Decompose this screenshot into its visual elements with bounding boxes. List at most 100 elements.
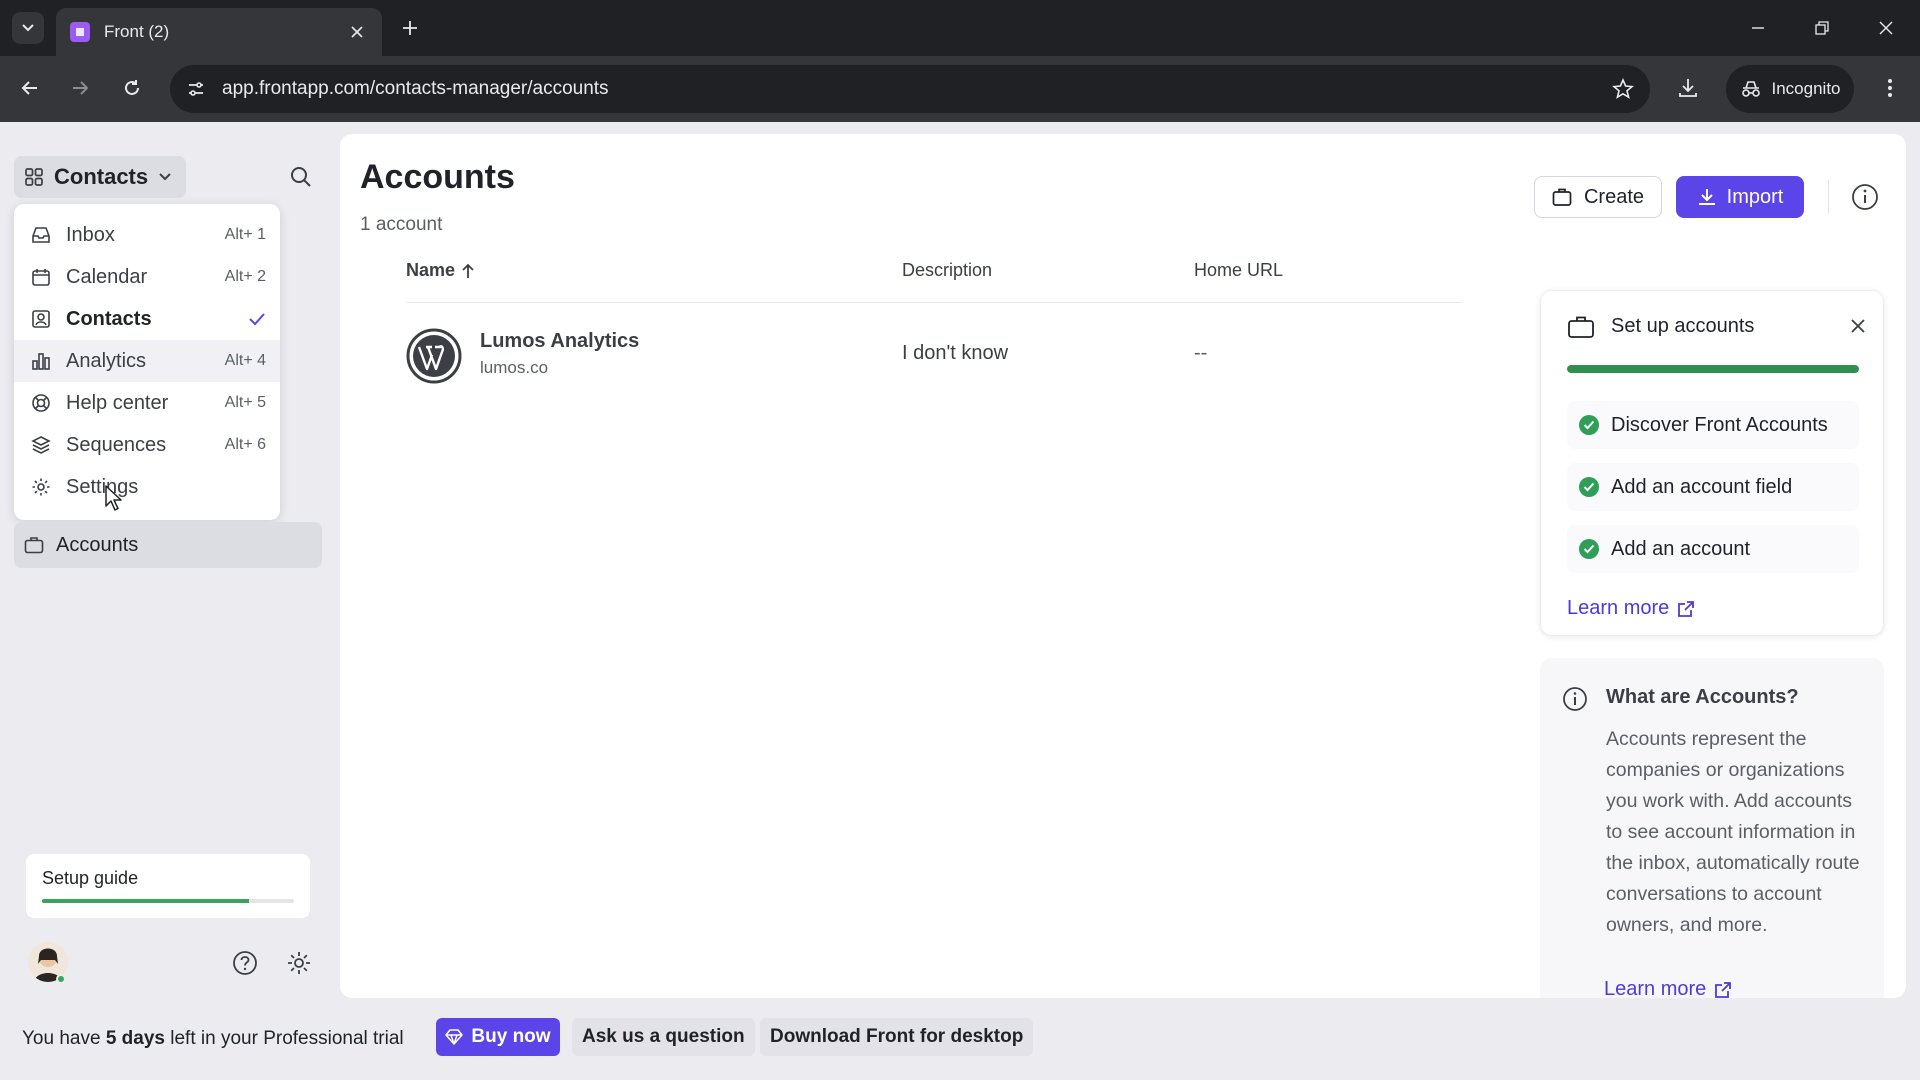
external-link-icon <box>1715 981 1732 998</box>
ask-question-button[interactable]: Ask us a question <box>572 1018 755 1056</box>
buy-now-button[interactable]: Buy now <box>436 1018 560 1056</box>
wordpress-logo-icon <box>406 328 462 384</box>
menu-item-label: Sequences <box>66 433 167 456</box>
sidebar-item-label: Accounts <box>56 533 139 556</box>
search-icon <box>291 167 311 187</box>
setup-accounts-card: Set up accounts Discover Front Accounts … <box>1540 290 1884 636</box>
url-text[interactable]: app.frontapp.com/contacts-manager/accoun… <box>222 78 1612 100</box>
chevron-down-icon <box>159 173 171 181</box>
reload-button[interactable] <box>114 70 150 106</box>
settings-icon <box>30 476 52 498</box>
trial-message: You have 5 days left in your Professiona… <box>22 1028 404 1050</box>
menu-item-inbox[interactable]: Inbox Alt+ 1 <box>14 214 280 256</box>
about-accounts-card: What are Accounts? Accounts represent th… <box>1540 658 1884 998</box>
setup-card-progress-fill <box>1567 365 1859 373</box>
menu-item-sequences[interactable]: Sequences Alt+ 6 <box>14 424 280 466</box>
create-button[interactable]: Create <box>1534 176 1662 218</box>
task-add-account-field[interactable]: Add an account field <box>1567 463 1859 511</box>
diamond-icon <box>445 1029 464 1045</box>
mouse-cursor-icon <box>104 484 124 512</box>
task-label: Discover Front Accounts <box>1611 413 1828 436</box>
task-add-account[interactable]: Add an account <box>1567 525 1859 573</box>
download-desktop-button[interactable]: Download Front for desktop <box>760 1018 1034 1056</box>
info-button[interactable] <box>1848 180 1882 214</box>
downloads-button[interactable] <box>1670 70 1706 106</box>
settings-button[interactable] <box>284 948 314 978</box>
import-button[interactable]: Import <box>1676 176 1804 218</box>
task-label: Add an account <box>1611 537 1750 560</box>
front-app: Contacts Inbox Alt+ 1 Calendar Alt+ 2 Co… <box>0 122 1920 1080</box>
column-header-description[interactable]: Description <box>902 260 992 281</box>
menu-item-label: Calendar <box>66 265 148 288</box>
setup-card-progress-bar <box>1567 365 1859 373</box>
column-header-label: Name <box>406 260 456 280</box>
menu-item-contacts[interactable]: Contacts <box>14 298 280 340</box>
star-icon[interactable] <box>1612 78 1634 100</box>
menu-item-shortcut: Alt+ 1 <box>224 226 266 243</box>
front-favicon-icon <box>70 22 90 42</box>
setup-guide-progress-bar <box>42 899 294 903</box>
close-card-button[interactable] <box>1845 313 1871 339</box>
account-description: I don't know <box>902 342 1009 364</box>
download-icon <box>1679 79 1697 97</box>
close-window-button[interactable] <box>1864 10 1908 46</box>
menu-item-label: Help center <box>66 391 169 414</box>
download-icon <box>1698 189 1715 205</box>
create-button-label: Create <box>1583 185 1645 208</box>
tab-search-button[interactable] <box>12 12 44 44</box>
sidebar-search-button[interactable] <box>284 160 318 194</box>
sort-ascending-icon <box>462 263 474 278</box>
account-count: 1 account <box>360 214 443 235</box>
menu-item-label: Analytics <box>66 349 147 372</box>
check-circle-icon <box>1579 415 1599 435</box>
menu-item-help-center[interactable]: Help center Alt+ 5 <box>14 382 280 424</box>
menu-item-shortcut: Alt+ 2 <box>224 268 266 285</box>
trial-days: 5 days <box>105 1028 165 1049</box>
learn-more-link[interactable]: Learn more <box>1567 597 1695 620</box>
column-header-home-url[interactable]: Home URL <box>1194 260 1283 281</box>
restore-window-button[interactable] <box>1800 10 1844 46</box>
toolbar-divider <box>1828 180 1829 214</box>
main-content: Accounts 1 account Create Import Name De… <box>340 134 1906 998</box>
sequences-icon <box>30 434 52 456</box>
task-discover-accounts[interactable]: Discover Front Accounts <box>1567 401 1859 449</box>
learn-more-link[interactable]: Learn more <box>1604 978 1732 998</box>
menu-item-analytics[interactable]: Analytics Alt+ 4 <box>14 340 280 382</box>
forward-button[interactable] <box>62 70 98 106</box>
back-button[interactable] <box>12 70 48 106</box>
help-button[interactable] <box>230 948 260 978</box>
trial-prefix: You have <box>22 1028 106 1049</box>
menu-item-shortcut: Alt+ 5 <box>224 394 266 411</box>
incognito-indicator[interactable]: Incognito <box>1726 65 1854 113</box>
new-tab-button[interactable] <box>396 14 424 42</box>
app-switcher-menu: Inbox Alt+ 1 Calendar Alt+ 2 Contacts An… <box>14 204 280 520</box>
setup-guide-widget[interactable]: Setup guide <box>26 854 310 918</box>
account-name: Lumos Analytics <box>480 330 640 352</box>
browser-tab[interactable]: Front (2) <box>56 8 382 56</box>
setup-guide-title: Setup guide <box>42 868 139 888</box>
buy-now-label: Buy now <box>471 1026 551 1047</box>
app-switcher-button[interactable]: Contacts <box>14 156 186 198</box>
menu-item-shortcut: Alt+ 4 <box>224 352 266 369</box>
external-link-icon <box>1678 600 1695 617</box>
briefcase-icon <box>24 536 44 554</box>
minimize-window-button[interactable] <box>1736 10 1780 46</box>
column-header-name[interactable]: Name <box>406 260 475 281</box>
learn-more-label: Learn more <box>1567 597 1670 619</box>
table-row[interactable]: Lumos Analytics lumos.co I don't know -- <box>406 322 1462 392</box>
browser-menu-button[interactable] <box>1872 70 1908 106</box>
menu-item-settings[interactable]: Settings <box>14 466 280 508</box>
tab-close-icon[interactable] <box>346 21 368 43</box>
import-button-label: Import <box>1726 185 1784 208</box>
about-card-body: Accounts represent the companies or orga… <box>1606 728 1860 936</box>
site-settings-icon[interactable] <box>186 79 206 99</box>
question-circle-icon <box>233 951 257 975</box>
help-center-icon <box>30 392 52 414</box>
setup-guide-progress-fill <box>42 899 249 903</box>
address-bar[interactable]: app.frontapp.com/contacts-manager/accoun… <box>170 65 1650 113</box>
grid-icon <box>25 168 43 186</box>
browser-tab-strip: Front (2) <box>0 0 1920 56</box>
app-switcher-label: Contacts <box>54 164 149 189</box>
sidebar-item-accounts[interactable]: Accounts <box>14 522 322 568</box>
menu-item-calendar[interactable]: Calendar Alt+ 2 <box>14 256 280 298</box>
